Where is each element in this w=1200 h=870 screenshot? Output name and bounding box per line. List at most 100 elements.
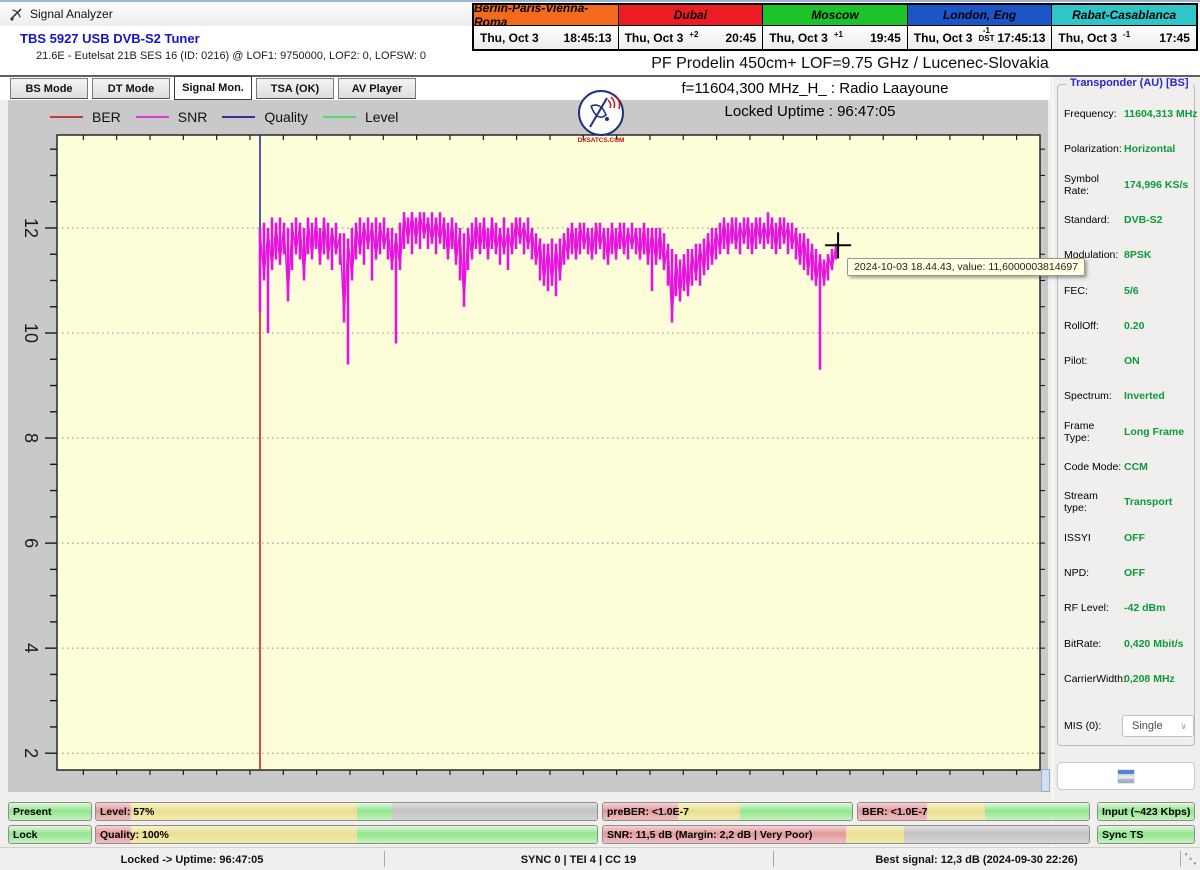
transponder-value: -42 dBm [1124,602,1165,614]
tab-signal-mon[interactable]: Signal Mon. [174,76,252,100]
bar-segment-gray [392,803,597,820]
world-clocks: Berlin-Paris-Vienna-RomaDubaiMoscowLondo… [472,3,1198,51]
transponder-row-3: Standard:DVB-S2 [1064,209,1192,231]
transponder-value: CCM [1124,461,1148,473]
resize-grip-icon[interactable]: ⋱ [1184,851,1197,867]
legend-swatch-ber [50,116,83,118]
bar-segment-yellow [846,826,904,843]
statusbar-separator [773,851,774,867]
transponder-groupbox: Transponder (AU) [BS] MIS (0): Single ∨ … [1057,84,1195,746]
transponder-value: Long Frame [1124,426,1184,438]
signal-plot[interactable]: 12108642 [8,100,1048,792]
y-axis-label: 8 [21,433,41,443]
clock-date: Thu, Oct 3 [480,31,539,45]
clock-city-1: Dubai [618,5,763,25]
transponder-label: BitRate: [1064,638,1122,650]
status-bar-label: Present [13,803,52,820]
bar-segment-green [740,803,852,820]
status-bar-label: Sync TS [1102,826,1143,843]
clock-utc-offset: -1 [1123,31,1130,39]
clock-date: Thu, Oct 3 [914,31,973,45]
clock-city-4: Rabat-Casablanca [1051,5,1196,25]
transponder-value: 0.20 [1124,320,1144,332]
transponder-row-10: Code Mode:CCM [1064,456,1192,478]
transponder-row-16: CarrierWidth:0,208 MHz [1064,668,1192,690]
status-bar-snr: SNR: 11,5 dB (Margin: 2,2 dB | Very Poor… [602,825,1090,844]
bar-segment-green [357,826,597,843]
y-axis-label: 12 [21,218,41,238]
clock-utc-offset: -1DST [978,27,994,43]
statusbar-section-1: SYNC 0 | TEI 4 | CC 19 [384,848,773,870]
clock-header-row: Berlin-Paris-Vienna-RomaDubaiMoscowLondo… [474,5,1196,25]
save-icon [1117,769,1135,784]
clock-utc-offset: +1 [834,31,843,39]
tab-av-player[interactable]: AV Player [338,78,416,99]
status-bar-input: Input (~423 Kbps) [1097,802,1195,821]
transponder-value: Horizontal [1124,143,1175,155]
clock-time-3: Thu, Oct 3-1DST17:45:13 [907,26,1052,49]
mis-label: MIS (0): [1064,720,1122,732]
site-info: PF Prodelin 450cm+ LOF=9.75 GHz / Lucene… [640,55,1060,73]
transponder-label: Code Mode: [1064,461,1122,473]
bottom-status-bar: ⋱ Locked -> Uptime: 96:47:05SYNC 0 | TEI… [0,847,1200,870]
y-axis-label: 10 [21,323,41,343]
clock-time-0: Thu, Oct 318:45:13 [474,26,618,49]
legend-item-ber: BER [50,109,121,125]
dxsatcs-logo: DXSATCS.COM [571,88,631,146]
legend-swatch-snr [136,116,169,118]
transponder-label: Standard: [1064,214,1122,226]
chart-scrollbar-thumb[interactable] [1041,769,1050,792]
statusbar-separator [1180,851,1181,867]
clock-city-0: Berlin-Paris-Vienna-Roma [474,5,618,25]
transponder-label: RollOff: [1064,320,1122,332]
transponder-value: 0,208 MHz [1124,673,1175,685]
status-bar-level: Level: 57% [95,802,598,821]
statusbar-separator [384,851,385,867]
chevron-down-icon: ∨ [1180,721,1187,732]
transponder-value: OFF [1124,567,1145,579]
mis-row: MIS (0): Single ∨ [1064,715,1192,737]
transponder-row-11: Stream type:Transport [1064,491,1192,513]
clock-time-row: Thu, Oct 318:45:13Thu, Oct 3+220:45Thu, … [474,25,1196,49]
tuner-details: 21.6E - Eutelsat 21B SES 16 (ID: 0216) @… [36,50,426,62]
transponder-row-6: RollOff:0.20 [1064,315,1192,337]
bar-segment-yellow [927,803,985,820]
transponder-label: Stream type: [1064,490,1122,514]
save-button[interactable] [1057,762,1195,790]
transponder-value: Inverted [1124,390,1165,402]
legend-label: BER [92,109,121,125]
transponder-row-8: Spectrum:Inverted [1064,385,1192,407]
transponder-value: 174,996 KS/s [1124,179,1188,191]
mis-selected-value: Single [1132,720,1163,732]
transponder-title: Transponder (AU) [BS] [1066,77,1193,89]
transponder-row-1: Polarization:Horizontal [1064,138,1192,160]
mis-select[interactable]: Single ∨ [1122,715,1194,737]
transponder-row-14: RF Level:-42 dBm [1064,597,1192,619]
legend-label: Level [365,109,398,125]
clock-utc-offset: +2 [689,31,698,39]
statusbar-section-0: Locked -> Uptime: 96:47:05 [0,848,384,870]
legend-item-quality: Quality [222,109,308,125]
clock-date: Thu, Oct 3 [1058,31,1117,45]
app-icon [9,7,23,21]
transponder-value: DVB-S2 [1124,214,1163,226]
transponder-row-5: FEC:5/6 [1064,280,1192,302]
legend-label: SNR [178,109,208,125]
chart-area: 12108642 BERSNRQualityLevel [8,100,1048,792]
transponder-label: NPD: [1064,567,1122,579]
transponder-label: Pilot: [1064,355,1122,367]
bar-segment-green [985,803,1089,820]
status-bar-label: Level: 57% [100,803,154,820]
chart-tooltip: 2024-10-03 18.44.43, value: 11,600000381… [847,258,1085,276]
status-bar-preber: preBER: <1.0E-7 [602,802,853,821]
status-bar-lock: Lock [8,825,92,844]
transponder-row-12: ISSYIOFF [1064,527,1192,549]
status-bar-present: Present [8,802,92,821]
tab-bs-mode[interactable]: BS Mode [10,78,88,99]
window-title: Signal Analyzer [30,7,113,21]
legend-swatch-quality [222,116,255,118]
frequency-line: f=11604,300 MHz_H_ : Radio Laayoune [600,80,1030,97]
tab-tsa-ok[interactable]: TSA (OK) [256,78,334,99]
tab-dt-mode[interactable]: DT Mode [92,78,170,99]
plot-area[interactable] [57,135,1040,770]
